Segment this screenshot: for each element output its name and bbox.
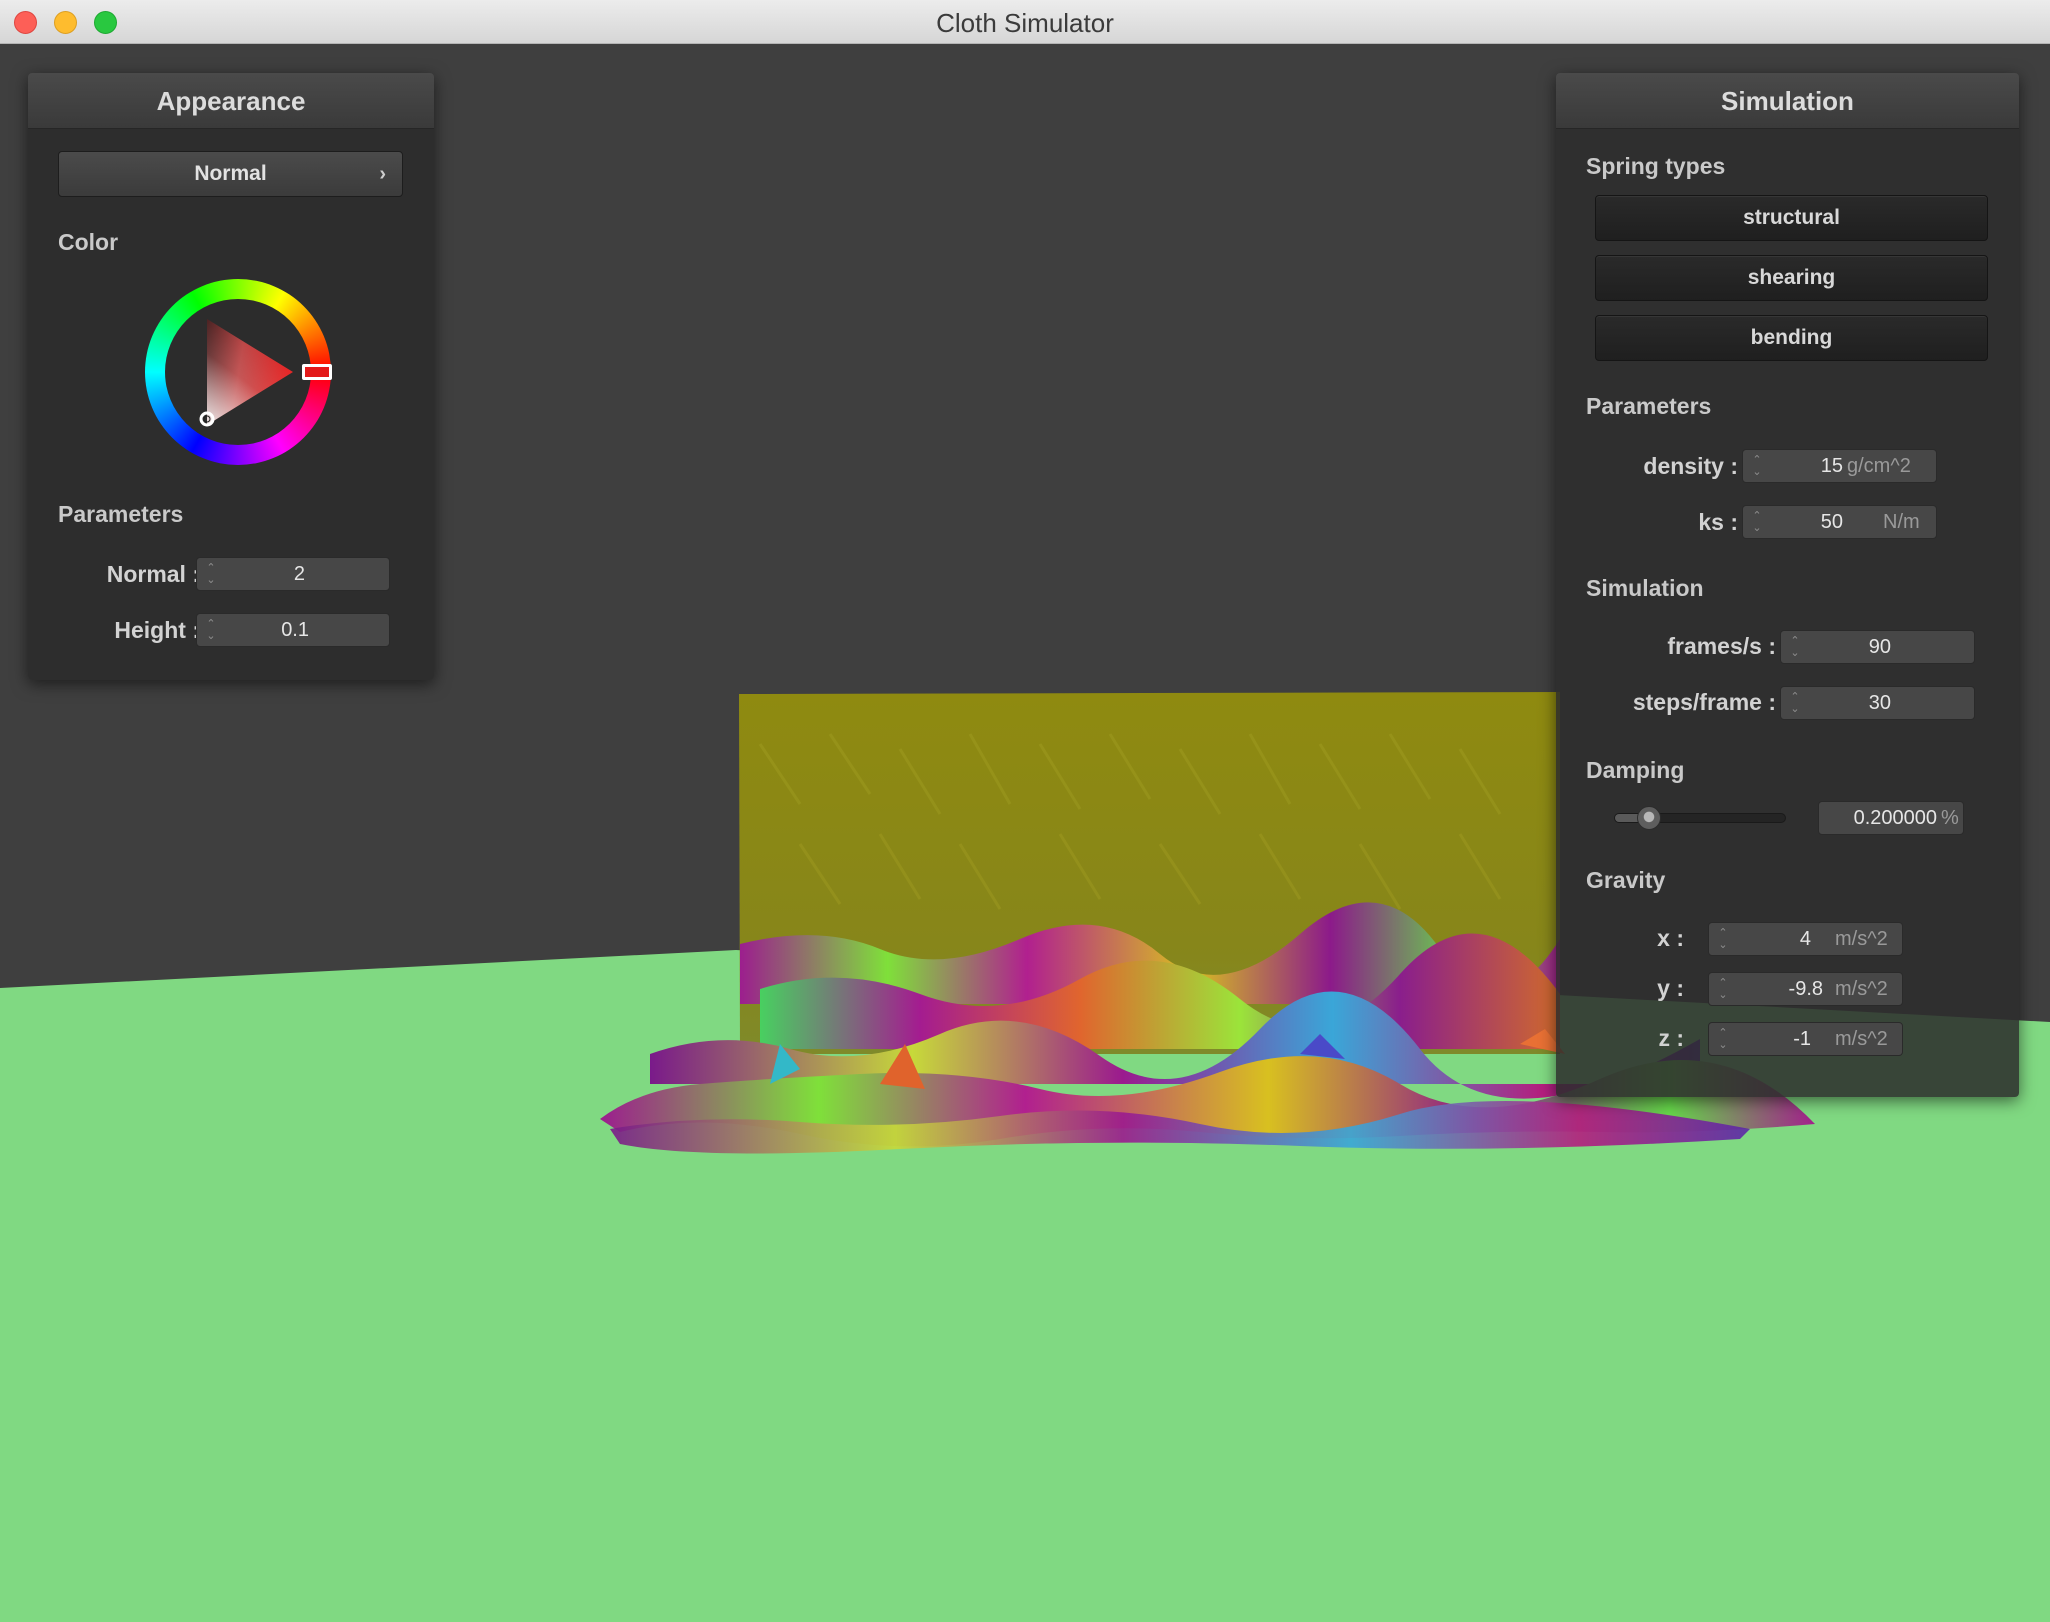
bending-spring-button[interactable]: bending <box>1595 315 1988 361</box>
chevron-right-icon: › <box>379 163 386 185</box>
gravity-y-input[interactable]: ⌃ ⌄ -9.8 m/s^2 <box>1708 972 1903 1006</box>
window-titlebar: Cloth Simulator <box>0 0 2050 44</box>
color-wheel[interactable] <box>145 279 332 465</box>
damping-slider-handle[interactable] <box>1637 806 1661 830</box>
ks-label: ks : <box>1698 509 1738 535</box>
shearing-spring-button[interactable]: shearing <box>1595 255 1988 301</box>
density-unit: g/cm^2 <box>1847 455 1911 477</box>
steps-per-frame-input[interactable]: ⌃ ⌄ 30 <box>1780 686 1975 720</box>
appearance-parameters-label: Parameters <box>58 501 184 527</box>
hue-selector-handle[interactable] <box>302 364 332 380</box>
damping-label: Damping <box>1586 757 1685 783</box>
simulation-panel: Simulation Spring types structural shear… <box>1556 73 2019 1097</box>
damping-unit: % <box>1941 807 1959 829</box>
gravity-z-label: z : <box>1658 1025 1684 1051</box>
structural-spring-button[interactable]: structural <box>1595 195 1988 241</box>
ks-input[interactable]: ⌃ ⌄ 50 N/m <box>1742 505 1937 539</box>
appearance-panel: Appearance Normal › Color Parameters Nor… <box>28 73 434 680</box>
gravity-y-unit: m/s^2 <box>1835 978 1888 1000</box>
simulation-panel-header[interactable]: Simulation <box>1556 73 2019 129</box>
density-input[interactable]: ⌃ ⌄ 15 g/cm^2 <box>1742 449 1937 483</box>
gravity-y-label: y : <box>1657 975 1684 1001</box>
spring-types-label: Spring types <box>1586 153 1726 179</box>
color-section-label: Color <box>58 229 119 255</box>
steps-per-frame-value: 30 <box>1868 692 1891 714</box>
normal-value: 2 <box>293 563 305 585</box>
gravity-x-unit: m/s^2 <box>1835 928 1888 950</box>
frames-per-second-value: 90 <box>1868 636 1891 658</box>
gravity-x-value: 4 <box>1799 928 1811 950</box>
gravity-z-input[interactable]: ⌃ ⌄ -1 m/s^2 <box>1708 1022 1903 1056</box>
gravity-z-value: -1 <box>1793 1028 1811 1050</box>
simulation-parameters-label: Parameters <box>1586 393 1712 419</box>
gravity-x-input[interactable]: ⌃ ⌄ 4 m/s^2 <box>1708 922 1903 956</box>
simulation-section-label: Simulation <box>1586 575 1704 601</box>
ks-value: 50 <box>1820 511 1843 533</box>
height-label: Height : <box>114 617 200 643</box>
damping-slider[interactable] <box>1614 806 1786 830</box>
damping-value: 0.200000 <box>1853 807 1937 829</box>
frames-per-second-label: frames/s : <box>1667 633 1776 659</box>
steps-per-frame-label: steps/frame : <box>1632 689 1776 715</box>
damping-input[interactable]: 0.200000 % <box>1818 801 1964 835</box>
gravity-z-unit: m/s^2 <box>1835 1028 1888 1050</box>
shader-dropdown[interactable]: Normal › <box>58 151 403 197</box>
appearance-panel-header[interactable]: Appearance <box>28 73 434 129</box>
frames-per-second-input[interactable]: ⌃ ⌄ 90 <box>1780 630 1975 664</box>
window-title: Cloth Simulator <box>936 8 1114 38</box>
height-input[interactable]: ⌃ ⌄ 0.1 <box>196 613 390 647</box>
density-label: density : <box>1643 453 1738 479</box>
ks-unit: N/m <box>1883 511 1920 533</box>
normal-label: Normal : <box>106 561 200 587</box>
gravity-label: Gravity <box>1586 867 1666 893</box>
normal-input[interactable]: ⌃ ⌄ 2 <box>196 557 390 591</box>
density-value: 15 <box>1820 455 1843 477</box>
shader-dropdown-label: Normal <box>194 162 267 185</box>
height-value: 0.1 <box>281 619 309 641</box>
gravity-y-value: -9.8 <box>1788 978 1823 1000</box>
gravity-x-label: x : <box>1657 925 1684 951</box>
